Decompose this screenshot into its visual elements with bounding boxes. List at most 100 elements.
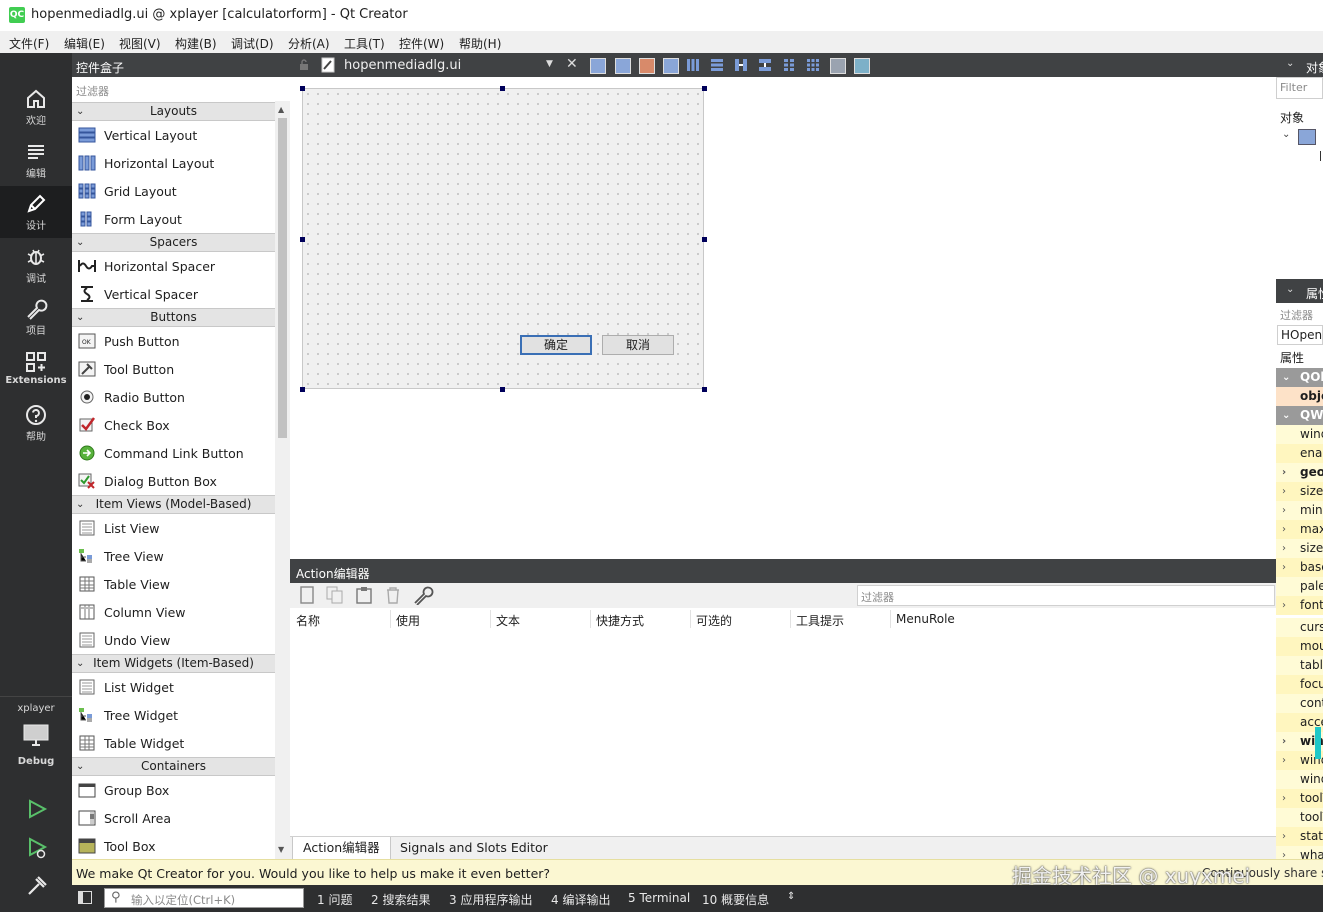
- run-icon[interactable]: [26, 798, 48, 820]
- menu-view[interactable]: 视图(V): [119, 35, 161, 52]
- resize-handle[interactable]: [500, 86, 505, 91]
- ok-button[interactable]: 确定: [520, 335, 592, 355]
- property-row[interactable]: enabled: [1276, 444, 1323, 463]
- widget-item-tool-button[interactable]: Tool Button: [72, 355, 275, 383]
- property-row[interactable]: windowModality: [1276, 425, 1323, 444]
- property-row[interactable]: toolTipDuration: [1276, 808, 1323, 827]
- widget-item-list-view[interactable]: List View: [72, 514, 275, 542]
- scroll-down-icon[interactable]: ▼: [278, 845, 284, 854]
- resize-handle[interactable]: [702, 86, 707, 91]
- widget-item-scroll-area[interactable]: Scroll Area: [72, 804, 275, 832]
- resize-handle[interactable]: [702, 387, 707, 392]
- edit-signals-slots-icon[interactable]: [615, 58, 631, 74]
- tab-action-editor[interactable]: Action编辑器: [292, 837, 391, 859]
- mode-help[interactable]: 帮助: [0, 397, 72, 449]
- edit-widgets-icon[interactable]: [590, 58, 606, 74]
- locator-input[interactable]: ⚲ 输入以定位(Ctrl+K): [104, 888, 304, 908]
- menu-widgets[interactable]: 控件(W): [399, 35, 444, 52]
- mode-edit[interactable]: 编辑: [0, 134, 72, 186]
- column-header[interactable]: 使用: [396, 612, 420, 629]
- widget-item-group-box[interactable]: Group Box: [72, 776, 275, 804]
- output-pane-search-results[interactable]: 2 搜索结果: [371, 891, 430, 908]
- column-header[interactable]: 快捷方式: [596, 612, 644, 629]
- widget-item-check-box[interactable]: Check Box: [72, 411, 275, 439]
- widget-item-dialog-button-box[interactable]: Dialog Button Box: [72, 467, 275, 495]
- category-containers[interactable]: ⌄ Containers: [72, 757, 275, 776]
- resize-handle[interactable]: [300, 387, 305, 392]
- layout-horizontally-icon[interactable]: [686, 58, 700, 72]
- menu-debug[interactable]: 调试(D): [231, 35, 274, 52]
- resize-handle[interactable]: [300, 237, 305, 242]
- layout-splitter-vertical-icon[interactable]: [758, 58, 772, 72]
- action-table-body[interactable]: [290, 630, 1276, 836]
- layout-form-icon[interactable]: [782, 58, 796, 72]
- collapse-chevron-icon[interactable]: ⌄: [1286, 58, 1294, 69]
- property-row[interactable]: › maximumSize: [1276, 520, 1323, 539]
- widget-item-undo-view[interactable]: Undo View: [72, 626, 275, 654]
- property-row[interactable]: › statusTip: [1276, 827, 1323, 846]
- edit-buddies-icon[interactable]: [639, 58, 655, 74]
- output-pane-general-messages[interactable]: 10 概要信息: [702, 891, 769, 908]
- property-row[interactable]: tabletTracking: [1276, 656, 1323, 675]
- copy-icon[interactable]: [326, 586, 344, 604]
- mode-extensions[interactable]: Extensions: [0, 344, 72, 396]
- adjust-size-icon[interactable]: [854, 58, 870, 74]
- dialog-object-icon[interactable]: [1298, 129, 1316, 145]
- mode-welcome[interactable]: 欢迎: [0, 81, 72, 133]
- property-row[interactable]: palette: [1276, 577, 1323, 596]
- output-pane-issues[interactable]: 1 问题: [317, 891, 352, 908]
- widget-item-push-button[interactable]: OK Push Button: [72, 327, 275, 355]
- scroll-up-icon[interactable]: ▲: [278, 105, 284, 114]
- widget-item-command-link-button[interactable]: Command Link Button: [72, 439, 275, 467]
- menu-edit[interactable]: 编辑(E): [64, 35, 105, 52]
- output-pane-compile-output[interactable]: 4 编译输出: [551, 891, 610, 908]
- property-row[interactable]: contextMenuPolicy: [1276, 694, 1323, 713]
- property-row[interactable]: › minimumSize: [1276, 501, 1323, 520]
- property-row[interactable]: › sizePolicy: [1276, 482, 1323, 501]
- tab-signals-slots-editor[interactable]: Signals and Slots Editor: [390, 837, 558, 859]
- category-spacers[interactable]: ⌄ Spacers: [72, 233, 275, 252]
- editor-file-name[interactable]: hopenmediadlg.ui: [344, 58, 461, 73]
- target-selector[interactable]: Debug: [0, 718, 72, 768]
- widget-box-scroll-thumb[interactable]: [278, 118, 287, 438]
- edit-tab-order-icon[interactable]: [663, 58, 679, 74]
- widget-item-list-widget[interactable]: List Widget: [72, 673, 275, 701]
- property-row[interactable]: › whatsThis: [1276, 846, 1323, 859]
- property-row[interactable]: cursor: [1276, 618, 1323, 637]
- widget-item-tree-widget[interactable]: Tree Widget: [72, 701, 275, 729]
- property-row[interactable]: windowOpacity: [1276, 770, 1323, 789]
- resize-handle[interactable]: [300, 86, 305, 91]
- build-hammer-icon[interactable]: [26, 875, 48, 897]
- output-pane-terminal[interactable]: 5 Terminal: [628, 891, 690, 905]
- property-row[interactable]: objectName: [1276, 387, 1323, 406]
- menu-build[interactable]: 构建(B): [175, 35, 217, 52]
- paste-icon[interactable]: [355, 586, 373, 604]
- column-header[interactable]: 名称: [296, 612, 320, 629]
- property-object-name-box[interactable]: HOpenMediaDlg: [1277, 325, 1323, 345]
- property-filter-placeholder[interactable]: 过滤器: [1280, 307, 1323, 323]
- menu-tools[interactable]: 工具(T): [344, 35, 385, 52]
- widget-item-form-layout[interactable]: Form Layout: [72, 205, 275, 233]
- category-layouts[interactable]: ⌄ Layouts: [72, 102, 275, 121]
- widget-item-table-widget[interactable]: Table Widget: [72, 729, 275, 757]
- widget-box-filter[interactable]: 过滤器: [72, 77, 290, 102]
- column-header[interactable]: 文本: [496, 612, 520, 629]
- column-header[interactable]: 工具提示: [796, 612, 844, 629]
- category-item-views[interactable]: ⌄ Item Views (Model-Based): [72, 495, 275, 514]
- collapse-chevron-icon[interactable]: ⌄: [1286, 284, 1294, 295]
- resize-handle[interactable]: [500, 387, 505, 392]
- widget-item-horizontal-spacer[interactable]: Horizontal Spacer: [72, 252, 275, 280]
- break-layout-icon[interactable]: [830, 58, 846, 74]
- widget-item-vertical-spacer[interactable]: Vertical Spacer: [72, 280, 275, 308]
- new-action-icon[interactable]: [300, 586, 314, 604]
- property-row[interactable]: mouseTracking: [1276, 637, 1323, 656]
- widget-item-grid-layout[interactable]: Grid Layout: [72, 177, 275, 205]
- object-filter-input[interactable]: Filter: [1276, 77, 1323, 99]
- file-dropdown-chevron-icon[interactable]: ▼: [546, 59, 553, 69]
- output-pane-application-output[interactable]: 3 应用程序输出: [449, 891, 532, 908]
- layout-splitter-horizontal-icon[interactable]: [734, 58, 748, 72]
- property-group-row[interactable]: ⌄ QWidget: [1276, 406, 1323, 425]
- column-header[interactable]: MenuRole: [896, 612, 955, 626]
- delete-icon[interactable]: [385, 586, 401, 604]
- menu-help[interactable]: 帮助(H): [459, 35, 501, 52]
